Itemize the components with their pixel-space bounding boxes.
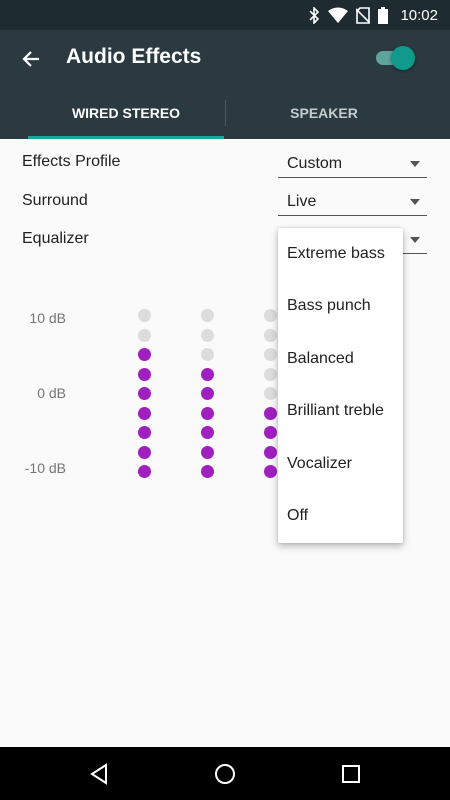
eq-dot — [264, 309, 277, 322]
eq-dot — [138, 426, 151, 439]
eq-dot — [138, 348, 151, 361]
eq-dot — [264, 348, 277, 361]
page-title: Audio Effects — [66, 45, 202, 68]
recents-icon[interactable] — [338, 761, 364, 787]
menu-item-brilliant-treble[interactable]: Brilliant treble — [278, 385, 403, 437]
eq-dot — [201, 328, 214, 342]
surround-label: Surround — [22, 192, 88, 209]
tab-bar: WIRED STEREO SPEAKER — [0, 87, 450, 139]
tab-wired-stereo[interactable]: WIRED STEREO — [28, 87, 224, 139]
eq-dot — [138, 309, 151, 322]
status-time: 10:02 — [400, 6, 438, 24]
arrow-back-icon — [22, 51, 39, 67]
chevron-down-icon — [410, 199, 420, 205]
chevron-down-icon — [410, 161, 420, 167]
menu-item-balanced[interactable]: Balanced — [278, 333, 403, 385]
status-bar: 10:02 — [0, 0, 450, 30]
menu-item-off[interactable]: Off — [278, 490, 403, 542]
tab-speaker[interactable]: SPEAKER — [226, 87, 422, 139]
eq-dot — [138, 445, 151, 459]
db-label-mid: 0 dB — [37, 385, 66, 401]
surround-dropdown[interactable]: Live — [278, 190, 427, 216]
status-icons: 10:02 — [308, 5, 438, 25]
eq-dot — [138, 367, 151, 381]
eq-dot — [138, 328, 151, 342]
menu-item-bass-punch[interactable]: Bass punch — [278, 280, 403, 332]
back-icon[interactable] — [86, 761, 112, 787]
eq-dot — [201, 465, 214, 478]
eq-dot — [264, 465, 277, 478]
eq-dot — [201, 445, 214, 459]
eq-dot — [264, 426, 277, 439]
eq-dot — [201, 406, 214, 420]
no-sim-icon — [356, 6, 371, 24]
eq-dot — [138, 465, 151, 478]
eq-dot — [264, 367, 277, 381]
eq-dot — [138, 406, 151, 420]
bluetooth-icon — [309, 6, 320, 24]
menu-item-extreme-bass[interactable]: Extreme bass — [278, 228, 403, 280]
app-bar: Audio Effects — [0, 30, 450, 87]
eq-dot — [264, 328, 277, 342]
eq-dot — [264, 406, 277, 420]
menu-item-vocalizer[interactable]: Vocalizer — [278, 438, 403, 490]
db-label-bottom: -10 dB — [24, 460, 66, 476]
effects-profile-label: Effects Profile — [22, 153, 121, 170]
audio-effects-toggle[interactable] — [376, 46, 415, 70]
eq-dot — [264, 445, 277, 459]
eq-dot — [201, 367, 214, 381]
effects-profile-value: Custom — [287, 155, 343, 172]
battery-icon — [378, 6, 389, 24]
eq-dot — [201, 426, 214, 439]
db-label-top: 10 dB — [29, 310, 66, 326]
home-icon[interactable] — [212, 761, 238, 787]
toggle-thumb — [391, 46, 415, 70]
effects-profile-dropdown[interactable]: Custom — [278, 152, 427, 178]
wifi-icon — [328, 7, 349, 23]
eq-dot — [201, 309, 214, 322]
eq-dot — [201, 348, 214, 361]
equalizer-label: Equalizer — [22, 230, 89, 247]
chevron-down-icon — [410, 237, 420, 243]
back-button[interactable] — [14, 42, 48, 76]
equalizer-preset-menu: Extreme bass Bass punch Balanced Brillia… — [278, 228, 403, 543]
eq-dot — [201, 387, 214, 400]
navigation-bar — [0, 747, 450, 800]
surround-value: Live — [287, 193, 317, 210]
eq-dot — [138, 387, 151, 400]
eq-dot — [264, 387, 277, 400]
